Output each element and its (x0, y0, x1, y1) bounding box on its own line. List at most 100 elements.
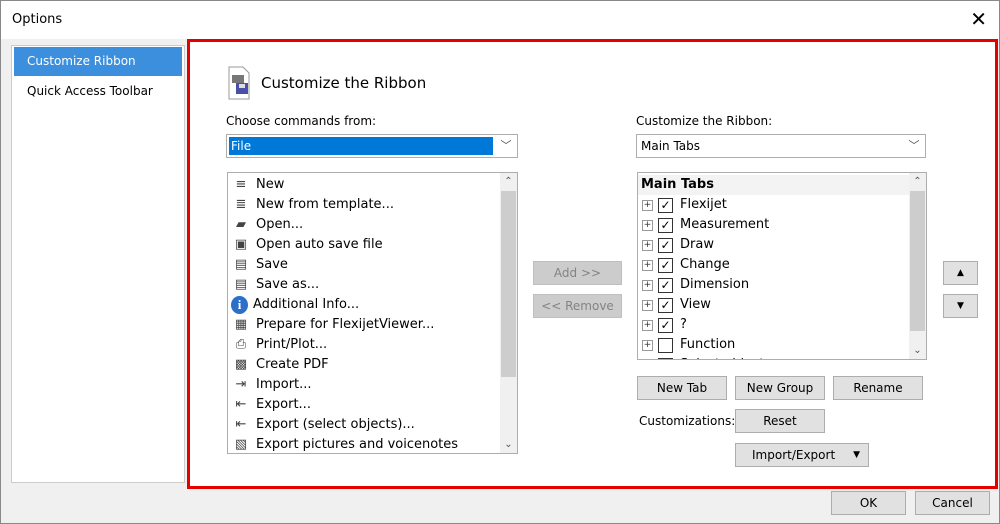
ribbon-tab-item[interactable]: + ✓? (638, 315, 909, 335)
command-label: Open... (256, 217, 304, 232)
command-item[interactable]: ▧ Export pictures and voicenotes (228, 435, 500, 453)
ribbon-tabs-tree[interactable]: Main Tabs + ✓ Flexijet + ✓ Measurement + ✓ Draw +… (637, 172, 927, 360)
expand-icon[interactable]: + (642, 239, 653, 251)
command-item[interactable]: ⎙ Print/Plot... (228, 335, 500, 355)
command-item[interactable]: ⇥ Import... (228, 375, 500, 395)
command-label: Prepare for FlexijetViewer... (256, 317, 435, 332)
command-icon: i (231, 296, 248, 314)
command-label: Additional Info... (253, 297, 360, 312)
tab-label: Dimension (680, 277, 750, 292)
ribbon-tab-item[interactable]: + Function (638, 335, 909, 355)
command-icon: ⎙ (235, 337, 247, 352)
command-label: Print/Plot... (256, 337, 328, 352)
tab-checkbox[interactable]: ✓ (658, 197, 673, 213)
ribbon-tab-item[interactable]: + ✓ Measurement (638, 215, 909, 235)
tab-checkbox[interactable]: ✓ (658, 217, 673, 233)
command-item[interactable]: ▣ Open auto save file (228, 235, 500, 255)
sidebar: Customize Ribbon Quick Access Toolbar (11, 45, 185, 483)
ribbon-tab-item[interactable]: + ✓ Change (638, 255, 909, 275)
expand-icon[interactable]: + (642, 319, 653, 331)
cancel-button[interactable]: Cancel (915, 491, 990, 515)
command-label: Create PDF (256, 357, 329, 372)
scroll-down-icon[interactable]: ⌄ (500, 436, 517, 453)
expand-icon[interactable]: + (642, 360, 653, 361)
close-icon[interactable]: ✕ (970, 7, 987, 31)
import-export-button[interactable]: Import/Export ▼ (735, 443, 869, 467)
commands-scrollbar[interactable]: ⌃ ⌄ (500, 173, 517, 453)
command-label: Save as... (256, 277, 320, 292)
customize-ribbon-combo[interactable]: Main Tabs ﹀ (636, 134, 926, 158)
ribbon-tab-item[interactable]: + ✓ View (638, 295, 909, 315)
command-icon: ▩ (234, 357, 248, 372)
choose-commands-combo[interactable]: File ﹀ (226, 134, 518, 158)
expand-icon[interactable]: + (642, 219, 653, 231)
expand-icon[interactable]: + (642, 299, 653, 311)
command-item[interactable]: ▦ Prepare for FlexijetViewer... (228, 315, 500, 335)
tree-scrollbar[interactable]: ⌃ ⌄ (909, 173, 926, 359)
customizations-label: Customizations: (639, 414, 736, 428)
tab-label: Change (680, 257, 730, 272)
ribbon-tab-item[interactable]: + ✓ Draw (638, 235, 909, 255)
tab-label: ? (680, 317, 687, 332)
command-item[interactable]: ≡ New (228, 175, 500, 195)
command-label: Export (select objects)... (256, 417, 415, 432)
command-item[interactable]: ⇤ Export... (228, 395, 500, 415)
command-label: New from template... (256, 197, 394, 212)
reset-button[interactable]: Reset (735, 409, 825, 433)
ribbon-settings-icon (228, 66, 250, 100)
tab-checkbox[interactable]: ✓ (658, 317, 673, 333)
tab-checkbox[interactable]: ✓ (658, 277, 673, 293)
commands-list[interactable]: ≡ New ≣ New from template... ▰ Open... ▣ Open a… (227, 172, 518, 454)
command-icon: ▤ (234, 277, 248, 292)
command-item[interactable]: ▤ Save (228, 255, 500, 275)
tab-label: Measurement (680, 217, 770, 232)
new-tab-button[interactable]: New Tab (637, 376, 727, 400)
tab-label: View (680, 297, 711, 312)
chevron-down-icon[interactable]: ﹀ (903, 135, 925, 157)
scroll-thumb[interactable] (501, 191, 516, 377)
tab-label: Function (680, 337, 736, 352)
rename-button[interactable]: Rename (833, 376, 923, 400)
command-item[interactable]: ▤ Save as... (228, 275, 500, 295)
move-up-button[interactable]: ▲ (943, 261, 978, 285)
expand-icon[interactable]: + (642, 339, 653, 351)
move-down-button[interactable]: ▼ (943, 294, 978, 318)
expand-icon[interactable]: + (642, 259, 653, 271)
customize-ribbon-panel: Customize the Ribbon Choose commands fro… (187, 39, 998, 489)
tab-checkbox[interactable] (658, 357, 673, 359)
command-item[interactable]: ⇤ Export (select objects)... (228, 415, 500, 435)
scroll-up-icon[interactable]: ⌃ (909, 173, 926, 190)
command-label: Import... (256, 377, 312, 392)
scroll-down-icon[interactable]: ⌄ (909, 342, 926, 359)
new-group-button[interactable]: New Group (735, 376, 825, 400)
command-label: Export pictures and voicenotes (256, 437, 459, 452)
expand-icon[interactable]: + (642, 279, 653, 291)
command-label: Export... (256, 397, 311, 412)
add-button[interactable]: Add >> (533, 261, 622, 285)
tab-checkbox[interactable]: ✓ (658, 237, 673, 253)
scroll-thumb[interactable] (910, 191, 925, 331)
command-item[interactable]: i Additional Info... (228, 295, 500, 315)
command-item[interactable]: ≣ New from template... (228, 195, 500, 215)
ribbon-tab-item[interactable]: + ✓ Dimension (638, 275, 909, 295)
window-title: Options (12, 12, 63, 27)
sidebar-item-customize-ribbon[interactable]: Customize Ribbon (14, 47, 182, 76)
tab-label: Draw (680, 237, 714, 252)
tab-checkbox[interactable]: ✓ (658, 257, 673, 273)
command-icon: ▣ (234, 237, 248, 252)
scroll-up-icon[interactable]: ⌃ (500, 173, 517, 190)
tab-checkbox[interactable]: ✓ (658, 297, 673, 313)
sidebar-item-quick-access-toolbar[interactable]: Quick Access Toolbar (14, 77, 182, 106)
tab-checkbox[interactable] (658, 337, 673, 353)
expand-icon[interactable]: + (642, 199, 653, 211)
ok-button[interactable]: OK (831, 491, 906, 515)
command-icon: ≡ (235, 177, 247, 192)
command-item[interactable]: ▰ Open... (228, 215, 500, 235)
chevron-down-icon[interactable]: ﹀ (495, 135, 517, 157)
ribbon-tab-item[interactable]: + Select objects (638, 355, 909, 361)
command-item[interactable]: ▩ Create PDF (228, 355, 500, 375)
command-label: Open auto save file (256, 237, 383, 252)
ribbon-tab-item[interactable]: + ✓ Flexijet (638, 195, 909, 215)
remove-button[interactable]: << Remove (533, 294, 622, 318)
command-icon: ▰ (236, 217, 246, 232)
